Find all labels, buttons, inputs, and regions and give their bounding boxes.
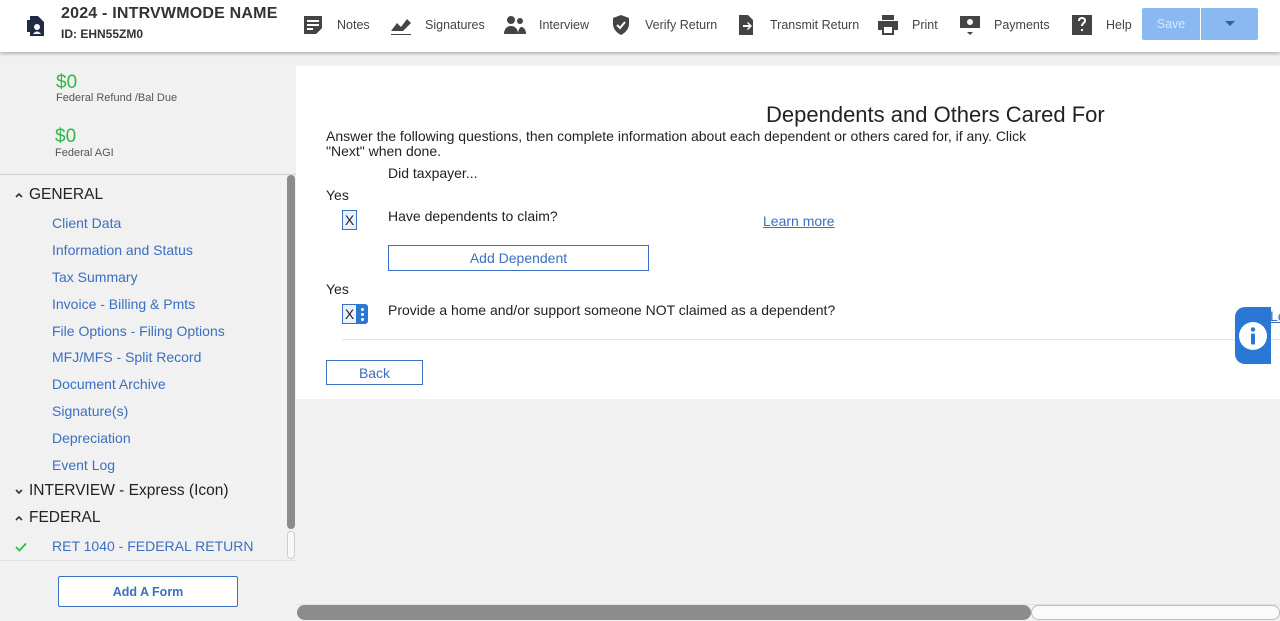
did-taxpayer-label: Did taxpayer...	[388, 165, 478, 181]
sidebar-item-information-status[interactable]: Information and Status	[52, 242, 193, 258]
return-title: 2024 - INTRVWMODE NAME	[61, 5, 278, 22]
section-general-label: GENERAL	[29, 186, 104, 203]
agi-amount: $0	[55, 126, 77, 147]
section-general[interactable]: GENERAL	[14, 186, 103, 204]
nav-transmit-label: Transmit Return	[770, 18, 860, 32]
sidebar-item-invoice[interactable]: Invoice - Billing & Pmts	[52, 296, 195, 312]
nav-print[interactable]: Print	[876, 12, 938, 38]
page-title: Dependents and Others Cared For	[766, 102, 1105, 127]
learn-more-link[interactable]: Learn more	[763, 213, 835, 229]
help-icon	[1072, 15, 1092, 35]
section-federal-label: FEDERAL	[29, 509, 101, 526]
chevron-down-icon	[15, 489, 23, 495]
q1-yes-checkbox[interactable]: X	[342, 210, 357, 230]
sidebar-item-document-archive[interactable]: Document Archive	[52, 376, 166, 392]
sidebar-scrollbar-track[interactable]	[287, 531, 295, 559]
q2-yes-label: Yes	[326, 281, 349, 297]
sidebar-item-client-data[interactable]: Client Data	[52, 215, 121, 231]
payment-icon	[960, 16, 980, 35]
save-dropdown-button[interactable]	[1201, 8, 1258, 40]
nav-signatures[interactable]: Signatures	[389, 12, 485, 38]
add-dependent-button[interactable]: Add Dependent	[388, 245, 649, 271]
people-icon	[504, 16, 526, 34]
app-header: 2024 - INTRVWMODE NAME ID: EHN55ZM0 Note…	[0, 0, 1280, 52]
nav-help[interactable]: Help	[1070, 12, 1132, 38]
sidebar-item-file-options[interactable]: File Options - Filing Options	[52, 323, 225, 339]
horizontal-scrollbar-thumb[interactable]	[297, 605, 1031, 620]
back-button[interactable]: Back	[326, 360, 423, 385]
row-divider	[342, 339, 1280, 340]
info-panel-tab[interactable]	[1235, 307, 1271, 364]
nav-interview[interactable]: Interview	[503, 12, 589, 38]
transmit-icon	[739, 15, 753, 35]
nav-payments-label: Payments	[994, 18, 1050, 32]
learn-more-link-2[interactable]: Le	[1270, 308, 1280, 324]
refund-amount: $0	[56, 72, 78, 93]
nav-verify-return[interactable]: Verify Return	[609, 12, 717, 38]
instructions-text: Answer the following questions, then com…	[326, 128, 1027, 159]
nav-payments[interactable]: Payments	[958, 12, 1050, 38]
sidebar-scrollbar-thumb[interactable]	[287, 175, 295, 529]
agi-label: Federal AGI	[55, 147, 114, 159]
sidebar-item-tax-summary[interactable]: Tax Summary	[52, 269, 138, 285]
horizontal-scrollbar-track[interactable]	[1031, 605, 1280, 620]
section-federal[interactable]: FEDERAL	[14, 509, 101, 527]
check-icon	[15, 542, 27, 552]
sidebar-item-ret-1040[interactable]: RET 1040 - FEDERAL RETURN	[52, 538, 254, 554]
return-id: ID: EHN55ZM0	[61, 27, 144, 41]
nav-notes[interactable]: Notes	[301, 12, 370, 38]
logo-icon	[27, 16, 44, 36]
nav-transmit-return[interactable]: Transmit Return	[734, 12, 859, 38]
q1-question: Have dependents to claim?	[388, 208, 558, 224]
sidebar-divider	[0, 174, 296, 175]
nav-help-label: Help	[1106, 18, 1132, 32]
section-interview[interactable]: INTERVIEW - Express (Icon)	[14, 482, 229, 500]
signature-icon	[391, 19, 411, 35]
shield-check-icon	[613, 15, 629, 35]
sidebar-item-event-log[interactable]: Event Log	[52, 457, 115, 473]
sidebar-bottom-divider	[0, 560, 296, 561]
sidebar-item-depreciation[interactable]: Depreciation	[52, 430, 131, 446]
sidebar-item-signatures[interactable]: Signature(s)	[52, 403, 128, 419]
sidebar: $0 Federal Refund /Bal Due $0 Federal AG…	[0, 52, 296, 621]
more-options-icon[interactable]	[356, 304, 368, 324]
nav-print-label: Print	[912, 18, 938, 32]
nav-interview-label: Interview	[539, 18, 590, 32]
chevron-up-icon	[15, 515, 23, 521]
save-button[interactable]: Save	[1142, 8, 1200, 40]
nav-notes-label: Notes	[337, 18, 370, 32]
notes-icon	[304, 16, 322, 34]
add-form-button[interactable]: Add A Form	[58, 576, 238, 607]
nav-signatures-label: Signatures	[425, 18, 485, 32]
q2-yes-checkbox[interactable]: X	[342, 304, 357, 324]
q1-yes-label: Yes	[326, 187, 349, 203]
printer-icon	[878, 15, 898, 35]
q2-question: Provide a home and/or support someone NO…	[388, 302, 836, 318]
refund-label: Federal Refund /Bal Due	[56, 92, 178, 104]
caret-down-icon	[1224, 21, 1235, 26]
nav-verify-label: Verify Return	[645, 18, 718, 32]
info-icon	[1239, 321, 1267, 350]
chevron-up-icon	[15, 192, 23, 198]
section-interview-label: INTERVIEW - Express (Icon)	[29, 482, 229, 499]
sidebar-item-split-record[interactable]: MFJ/MFS - Split Record	[52, 349, 201, 365]
